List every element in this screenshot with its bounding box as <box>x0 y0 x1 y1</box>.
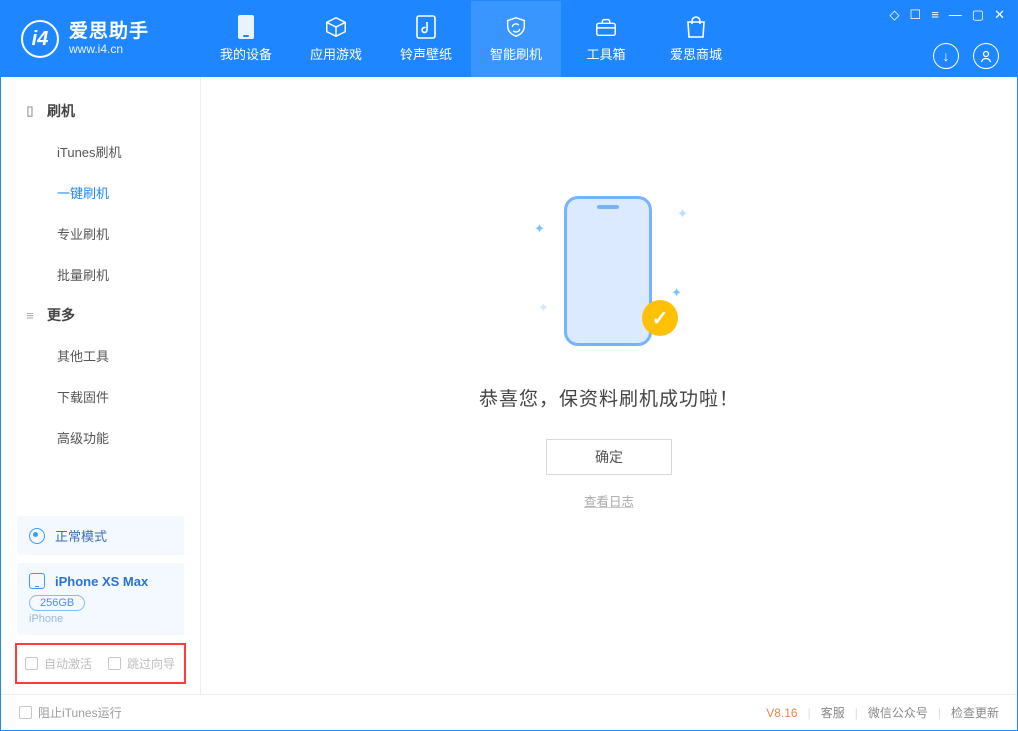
sidebar-item-itunes-flash[interactable]: iTunes刷机 <box>1 131 200 172</box>
auto-activate-checkbox[interactable]: 自动激活 <box>25 655 92 672</box>
phone-illustration-icon <box>564 196 652 346</box>
list-icon: ≡ <box>23 308 37 322</box>
music-file-icon <box>414 15 438 39</box>
device-mode-box[interactable]: 正常模式 <box>17 516 184 555</box>
checkbox-icon <box>25 657 38 670</box>
status-bar: 阻止iTunes运行 V8.16 | 客服 | 微信公众号 | 检查更新 <box>1 694 1017 730</box>
checkbox-label: 自动激活 <box>44 655 92 672</box>
nav-my-device[interactable]: 我的设备 <box>201 1 291 77</box>
sidebar-item-other-tools[interactable]: 其他工具 <box>1 335 200 376</box>
block-itunes-checkbox[interactable]: 阻止iTunes运行 <box>19 704 122 721</box>
device-mode-label: 正常模式 <box>55 526 107 545</box>
nav-label: 铃声壁纸 <box>400 44 452 63</box>
device-name: iPhone XS Max <box>55 574 148 589</box>
sparkle-icon: ✦ <box>538 300 549 316</box>
header-right-icons: ↓ <box>933 43 999 69</box>
nav-toolbox[interactable]: 工具箱 <box>561 1 651 77</box>
nav-label: 应用游戏 <box>310 44 362 63</box>
sidebar-group-label: 更多 <box>47 305 75 325</box>
footer-right: V8.16 | 客服 | 微信公众号 | 检查更新 <box>766 704 999 721</box>
skip-guide-checkbox[interactable]: 跳过向导 <box>108 655 175 672</box>
app-body: ▯ 刷机 iTunes刷机 一键刷机 专业刷机 批量刷机 ≡ 更多 其他工具 下… <box>1 77 1017 694</box>
separator: | <box>855 706 858 720</box>
checkbox-icon <box>108 657 121 670</box>
footer-link-update[interactable]: 检查更新 <box>951 704 999 721</box>
shield-refresh-icon <box>504 15 528 39</box>
nav-smart-flash[interactable]: 智能刷机 <box>471 1 561 77</box>
logo-block: i4 爱思助手 www.i4.cn <box>1 20 201 58</box>
account-icon[interactable] <box>973 43 999 69</box>
checkbox-label: 阻止iTunes运行 <box>38 704 122 721</box>
sidebar-group-label: 刷机 <box>47 101 75 121</box>
sparkle-icon: ✦ <box>671 285 682 301</box>
sidebar-item-download-firmware[interactable]: 下载固件 <box>1 376 200 417</box>
highlighted-options-box: 自动激活 跳过向导 <box>15 643 186 684</box>
device-outline-icon: ▯ <box>23 104 37 118</box>
device-capacity: 256GB <box>29 595 85 611</box>
sidebar: ▯ 刷机 iTunes刷机 一键刷机 专业刷机 批量刷机 ≡ 更多 其他工具 下… <box>1 77 201 694</box>
footer-link-support[interactable]: 客服 <box>821 704 845 721</box>
checkbox-label: 跳过向导 <box>127 655 175 672</box>
cube-icon <box>324 15 348 39</box>
success-panel: ✦ ✦ ✦ ✦ ✓ 恭喜您，保资料刷机成功啦！ 确定 查看日志 <box>479 186 739 510</box>
bag-icon <box>684 15 708 39</box>
device-icon <box>29 573 45 589</box>
device-type: iPhone <box>29 613 172 625</box>
window-controls: ◇ ☐ ≡ — ▢ ✕ <box>890 7 1005 23</box>
sidebar-group-more: ≡ 更多 <box>1 295 200 335</box>
nav-ringtones-wallpapers[interactable]: 铃声壁纸 <box>381 1 471 77</box>
success-message: 恭喜您，保资料刷机成功啦！ <box>479 384 739 411</box>
sparkle-icon: ✦ <box>677 206 688 222</box>
toolbox-icon <box>594 15 618 39</box>
app-header: i4 爱思助手 www.i4.cn 我的设备 应用游戏 铃声壁纸 <box>1 1 1017 77</box>
success-illustration: ✦ ✦ ✦ ✦ ✓ <box>534 186 684 356</box>
sparkle-icon: ✦ <box>534 221 545 237</box>
skin-icon[interactable]: ◇ <box>890 7 900 23</box>
version-label: V8.16 <box>766 706 797 720</box>
check-badge-icon: ✓ <box>642 300 678 336</box>
main-content: ✦ ✦ ✦ ✦ ✓ 恭喜您，保资料刷机成功啦！ 确定 查看日志 <box>201 77 1017 694</box>
view-log-link[interactable]: 查看日志 <box>584 491 634 510</box>
nav-label: 爱思商城 <box>670 44 722 63</box>
sidebar-item-advanced[interactable]: 高级功能 <box>1 417 200 458</box>
sidebar-group-flash: ▯ 刷机 <box>1 91 200 131</box>
checkbox-icon <box>19 706 32 719</box>
footer-link-wechat[interactable]: 微信公众号 <box>868 704 928 721</box>
app-name: 爱思助手 <box>69 22 149 42</box>
sidebar-item-oneclick-flash[interactable]: 一键刷机 <box>1 172 200 213</box>
feedback-icon[interactable]: ☐ <box>910 7 922 23</box>
nav-apps-games[interactable]: 应用游戏 <box>291 1 381 77</box>
app-url: www.i4.cn <box>69 42 149 56</box>
mode-indicator-icon <box>29 528 45 544</box>
downloads-icon[interactable]: ↓ <box>933 43 959 69</box>
logo-icon: i4 <box>21 20 59 58</box>
sidebar-item-pro-flash[interactable]: 专业刷机 <box>1 213 200 254</box>
sidebar-item-batch-flash[interactable]: 批量刷机 <box>1 254 200 295</box>
nav-store[interactable]: 爱思商城 <box>651 1 741 77</box>
ok-button[interactable]: 确定 <box>546 439 672 475</box>
separator: | <box>938 706 941 720</box>
maximize-icon[interactable]: ▢ <box>972 7 984 23</box>
nav-label: 工具箱 <box>586 44 625 63</box>
minimize-icon[interactable]: — <box>949 7 962 23</box>
menu-icon[interactable]: ≡ <box>931 7 939 23</box>
nav-label: 智能刷机 <box>490 44 542 63</box>
phone-icon <box>234 15 258 39</box>
top-nav: 我的设备 应用游戏 铃声壁纸 智能刷机 工具箱 <box>201 1 741 77</box>
close-icon[interactable]: ✕ <box>994 7 1005 23</box>
nav-label: 我的设备 <box>220 44 272 63</box>
device-info-box[interactable]: iPhone XS Max 256GB iPhone <box>17 563 184 635</box>
sidebar-bottom: 正常模式 iPhone XS Max 256GB iPhone 自动激活 跳过向… <box>1 508 200 694</box>
separator: | <box>808 706 811 720</box>
